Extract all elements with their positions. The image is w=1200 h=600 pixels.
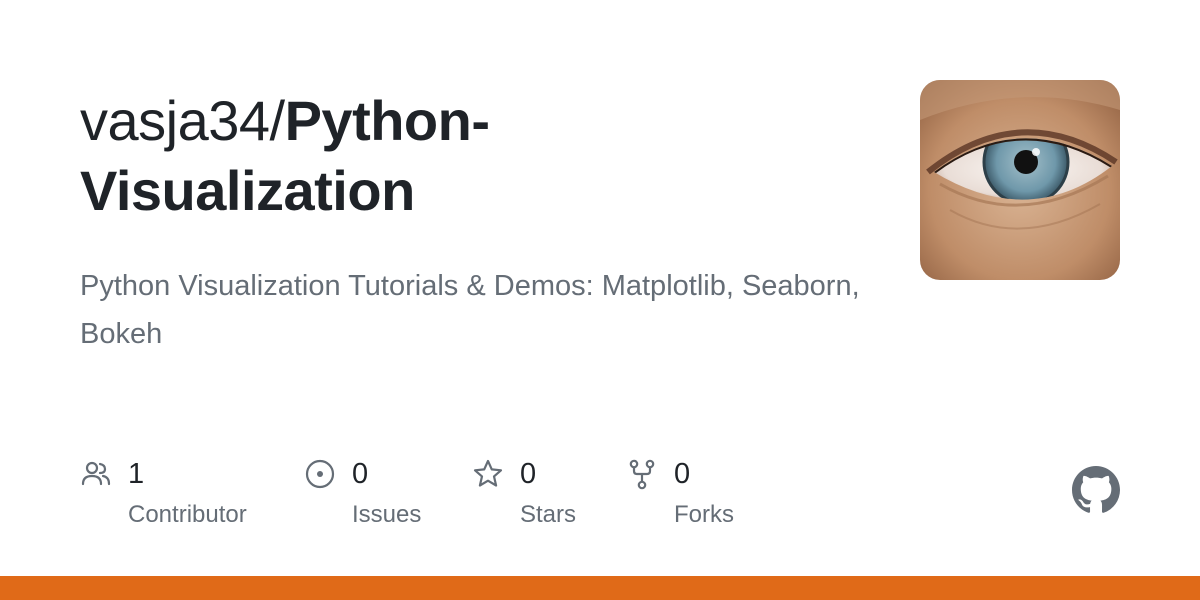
stat-value: 0	[674, 458, 691, 490]
github-icon	[1072, 466, 1120, 513]
stat-label: Contributor	[128, 501, 247, 528]
stat-label: Issues	[352, 501, 422, 528]
avatar	[920, 80, 1120, 280]
fork-icon	[629, 459, 655, 490]
repo-owner: vasja34/	[80, 89, 285, 152]
stat-value: 1	[128, 458, 145, 490]
language-bar	[0, 576, 1200, 600]
issue-icon	[305, 459, 335, 489]
repo-description: Python Visualization Tutorials & Demos: …	[80, 270, 860, 350]
stat-label: Forks	[674, 501, 734, 528]
repo-name-line1: Python-	[284, 89, 490, 152]
stat-label: Stars	[520, 501, 577, 528]
stat-value: 0	[352, 458, 369, 490]
star-icon	[473, 459, 503, 487]
repo-name-line2: Visualization	[80, 159, 415, 222]
people-icon	[81, 461, 111, 486]
eye-photo	[920, 80, 1120, 280]
repo-title: vasja34/Python- Visualization	[80, 86, 880, 226]
stat-value: 0	[520, 458, 537, 490]
